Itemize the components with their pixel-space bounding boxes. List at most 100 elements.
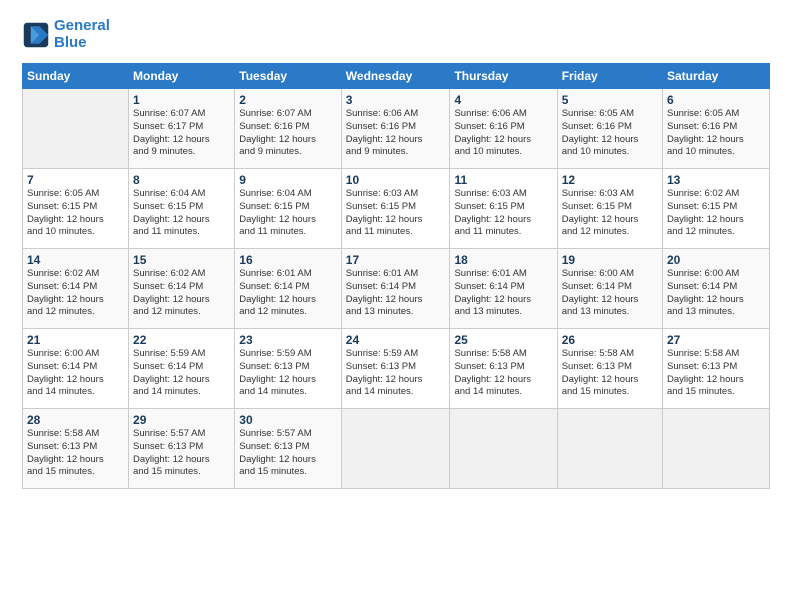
weekday-header: Friday <box>557 64 662 89</box>
calendar-week-row: 21Sunrise: 6:00 AM Sunset: 6:14 PM Dayli… <box>23 329 770 409</box>
calendar-cell: 8Sunrise: 6:04 AM Sunset: 6:15 PM Daylig… <box>129 169 235 249</box>
day-number: 17 <box>346 253 446 267</box>
day-info: Sunrise: 6:05 AM Sunset: 6:15 PM Dayligh… <box>27 188 124 239</box>
calendar-cell: 19Sunrise: 6:00 AM Sunset: 6:14 PM Dayli… <box>557 249 662 329</box>
day-info: Sunrise: 6:06 AM Sunset: 6:16 PM Dayligh… <box>346 108 446 159</box>
day-info: Sunrise: 5:59 AM Sunset: 6:13 PM Dayligh… <box>239 348 337 399</box>
calendar-cell <box>341 409 450 489</box>
day-number: 8 <box>133 173 230 187</box>
day-number: 22 <box>133 333 230 347</box>
day-info: Sunrise: 6:00 AM Sunset: 6:14 PM Dayligh… <box>667 268 765 319</box>
day-info: Sunrise: 6:00 AM Sunset: 6:14 PM Dayligh… <box>562 268 658 319</box>
calendar-cell: 7Sunrise: 6:05 AM Sunset: 6:15 PM Daylig… <box>23 169 129 249</box>
calendar-cell: 15Sunrise: 6:02 AM Sunset: 6:14 PM Dayli… <box>129 249 235 329</box>
calendar-table: SundayMondayTuesdayWednesdayThursdayFrid… <box>22 63 770 489</box>
day-number: 10 <box>346 173 446 187</box>
day-number: 26 <box>562 333 658 347</box>
day-info: Sunrise: 6:03 AM Sunset: 6:15 PM Dayligh… <box>562 188 658 239</box>
day-number: 5 <box>562 93 658 107</box>
calendar-cell <box>450 409 557 489</box>
day-number: 12 <box>562 173 658 187</box>
calendar-week-row: 28Sunrise: 5:58 AM Sunset: 6:13 PM Dayli… <box>23 409 770 489</box>
day-info: Sunrise: 5:58 AM Sunset: 6:13 PM Dayligh… <box>562 348 658 399</box>
day-number: 13 <box>667 173 765 187</box>
day-number: 3 <box>346 93 446 107</box>
day-number: 4 <box>454 93 552 107</box>
calendar-cell: 9Sunrise: 6:04 AM Sunset: 6:15 PM Daylig… <box>235 169 342 249</box>
weekday-header: Thursday <box>450 64 557 89</box>
day-info: Sunrise: 5:57 AM Sunset: 6:13 PM Dayligh… <box>133 428 230 479</box>
day-number: 2 <box>239 93 337 107</box>
day-info: Sunrise: 6:06 AM Sunset: 6:16 PM Dayligh… <box>454 108 552 159</box>
day-info: Sunrise: 6:05 AM Sunset: 6:16 PM Dayligh… <box>667 108 765 159</box>
calendar-cell: 14Sunrise: 6:02 AM Sunset: 6:14 PM Dayli… <box>23 249 129 329</box>
day-info: Sunrise: 6:02 AM Sunset: 6:15 PM Dayligh… <box>667 188 765 239</box>
day-info: Sunrise: 6:01 AM Sunset: 6:14 PM Dayligh… <box>346 268 446 319</box>
calendar-cell: 22Sunrise: 5:59 AM Sunset: 6:14 PM Dayli… <box>129 329 235 409</box>
day-number: 30 <box>239 413 337 427</box>
day-number: 28 <box>27 413 124 427</box>
calendar-cell: 6Sunrise: 6:05 AM Sunset: 6:16 PM Daylig… <box>663 89 770 169</box>
day-info: Sunrise: 6:02 AM Sunset: 6:14 PM Dayligh… <box>133 268 230 319</box>
weekday-header: Saturday <box>663 64 770 89</box>
day-number: 14 <box>27 253 124 267</box>
logo-text: General Blue <box>54 18 110 51</box>
day-info: Sunrise: 6:05 AM Sunset: 6:16 PM Dayligh… <box>562 108 658 159</box>
day-info: Sunrise: 6:03 AM Sunset: 6:15 PM Dayligh… <box>346 188 446 239</box>
day-info: Sunrise: 6:07 AM Sunset: 6:16 PM Dayligh… <box>239 108 337 159</box>
weekday-header: Wednesday <box>341 64 450 89</box>
calendar-cell: 12Sunrise: 6:03 AM Sunset: 6:15 PM Dayli… <box>557 169 662 249</box>
calendar-cell: 5Sunrise: 6:05 AM Sunset: 6:16 PM Daylig… <box>557 89 662 169</box>
day-info: Sunrise: 6:00 AM Sunset: 6:14 PM Dayligh… <box>27 348 124 399</box>
day-number: 7 <box>27 173 124 187</box>
calendar-cell: 18Sunrise: 6:01 AM Sunset: 6:14 PM Dayli… <box>450 249 557 329</box>
day-number: 25 <box>454 333 552 347</box>
calendar-header: SundayMondayTuesdayWednesdayThursdayFrid… <box>23 64 770 89</box>
day-info: Sunrise: 5:57 AM Sunset: 6:13 PM Dayligh… <box>239 428 337 479</box>
day-number: 15 <box>133 253 230 267</box>
day-info: Sunrise: 6:01 AM Sunset: 6:14 PM Dayligh… <box>454 268 552 319</box>
day-number: 23 <box>239 333 337 347</box>
day-info: Sunrise: 5:59 AM Sunset: 6:14 PM Dayligh… <box>133 348 230 399</box>
day-number: 16 <box>239 253 337 267</box>
day-info: Sunrise: 5:59 AM Sunset: 6:13 PM Dayligh… <box>346 348 446 399</box>
calendar-cell: 13Sunrise: 6:02 AM Sunset: 6:15 PM Dayli… <box>663 169 770 249</box>
calendar-cell: 24Sunrise: 5:59 AM Sunset: 6:13 PM Dayli… <box>341 329 450 409</box>
day-number: 21 <box>27 333 124 347</box>
weekday-header: Sunday <box>23 64 129 89</box>
calendar-cell: 23Sunrise: 5:59 AM Sunset: 6:13 PM Dayli… <box>235 329 342 409</box>
day-info: Sunrise: 5:58 AM Sunset: 6:13 PM Dayligh… <box>667 348 765 399</box>
weekday-header: Monday <box>129 64 235 89</box>
day-info: Sunrise: 5:58 AM Sunset: 6:13 PM Dayligh… <box>454 348 552 399</box>
day-info: Sunrise: 5:58 AM Sunset: 6:13 PM Dayligh… <box>27 428 124 479</box>
calendar-cell: 25Sunrise: 5:58 AM Sunset: 6:13 PM Dayli… <box>450 329 557 409</box>
weekday-header: Tuesday <box>235 64 342 89</box>
calendar-cell: 3Sunrise: 6:06 AM Sunset: 6:16 PM Daylig… <box>341 89 450 169</box>
logo: General Blue <box>22 18 110 51</box>
calendar-cell: 16Sunrise: 6:01 AM Sunset: 6:14 PM Dayli… <box>235 249 342 329</box>
day-info: Sunrise: 6:02 AM Sunset: 6:14 PM Dayligh… <box>27 268 124 319</box>
calendar-cell: 17Sunrise: 6:01 AM Sunset: 6:14 PM Dayli… <box>341 249 450 329</box>
calendar-cell: 27Sunrise: 5:58 AM Sunset: 6:13 PM Dayli… <box>663 329 770 409</box>
calendar-cell <box>557 409 662 489</box>
logo-icon <box>22 21 50 49</box>
day-number: 11 <box>454 173 552 187</box>
page: General Blue SundayMondayTuesdayWednesda… <box>0 0 792 612</box>
day-info: Sunrise: 6:04 AM Sunset: 6:15 PM Dayligh… <box>239 188 337 239</box>
day-number: 6 <box>667 93 765 107</box>
day-number: 24 <box>346 333 446 347</box>
calendar-cell: 21Sunrise: 6:00 AM Sunset: 6:14 PM Dayli… <box>23 329 129 409</box>
calendar-cell: 30Sunrise: 5:57 AM Sunset: 6:13 PM Dayli… <box>235 409 342 489</box>
day-number: 27 <box>667 333 765 347</box>
calendar-week-row: 7Sunrise: 6:05 AM Sunset: 6:15 PM Daylig… <box>23 169 770 249</box>
day-number: 9 <box>239 173 337 187</box>
day-number: 29 <box>133 413 230 427</box>
header: General Blue <box>22 18 770 51</box>
day-number: 20 <box>667 253 765 267</box>
calendar-cell <box>663 409 770 489</box>
day-info: Sunrise: 6:03 AM Sunset: 6:15 PM Dayligh… <box>454 188 552 239</box>
calendar-cell: 4Sunrise: 6:06 AM Sunset: 6:16 PM Daylig… <box>450 89 557 169</box>
day-info: Sunrise: 6:07 AM Sunset: 6:17 PM Dayligh… <box>133 108 230 159</box>
calendar-cell <box>23 89 129 169</box>
day-number: 18 <box>454 253 552 267</box>
